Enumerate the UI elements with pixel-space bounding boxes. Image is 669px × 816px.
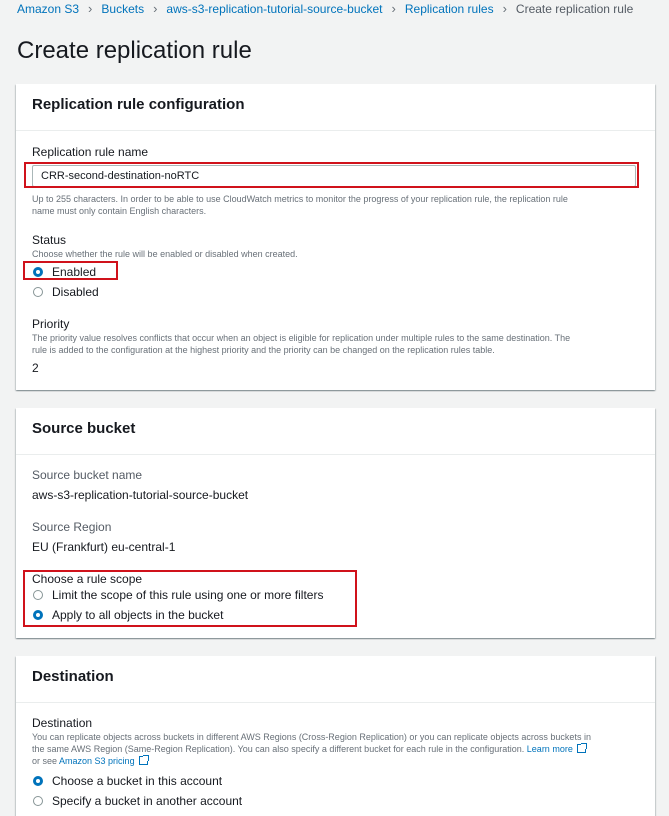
replication-rule-config-panel: Replication rule configuration Replicati… [16,84,655,390]
help-line: Up to 255 characters. In order to be abl… [32,194,568,204]
chevron-right-icon: › [502,1,507,16]
chevron-right-icon: › [391,1,396,16]
panel-header: Destination [16,656,655,703]
breadcrumb-current: Create replication rule [515,1,634,16]
desc-line: You can replicate objects across buckets… [32,732,591,742]
chevron-right-icon: › [88,1,93,16]
source-bucket-value: aws-s3-replication-tutorial-source-bucke… [32,488,249,502]
panel-title: Source bucket [32,420,136,437]
source-region-value: EU (Frankfurt) eu-central-1 [32,540,176,554]
destination-panel: Destination Destination You can replicat… [16,656,655,816]
panel-header: Replication rule configuration [16,84,655,131]
destination-label: Destination [32,716,93,730]
source-region-label: Source Region [32,520,112,534]
radio-selected-icon [33,776,43,786]
breadcrumb-bucket[interactable]: aws-s3-replication-tutorial-source-bucke… [166,2,382,16]
status-desc: Choose whether the rule will be enabled … [32,249,298,259]
desc-line: or see Amazon S3 pricing [32,755,647,767]
priority-value: 2 [32,361,39,375]
desc-line: the same AWS Region (Same-Region Replica… [32,743,647,755]
rule-name-help: Up to 255 characters. In order to be abl… [32,193,642,217]
desc-text: or see [32,756,58,766]
highlight-box [23,261,118,280]
pricing-link[interactable]: Amazon S3 pricing [59,756,135,766]
source-bucket-panel: Source bucket Source bucket name aws-s3-… [16,408,655,638]
radio-unselected-icon [33,796,43,806]
dest-other-account-radio[interactable]: Specify a bucket in another account [33,794,242,808]
breadcrumb-buckets[interactable]: Buckets [101,2,144,16]
highlight-box [24,162,639,188]
source-bucket-label: Source bucket name [32,468,143,482]
highlight-box [23,570,357,627]
radio-label: Specify a bucket in another account [52,794,243,808]
panel-header: Source bucket [16,408,655,455]
desc-line: rule is added to the configuration at th… [32,345,495,355]
page-title: Create replication rule [17,37,252,64]
panel-title: Replication rule configuration [32,96,245,113]
breadcrumb-amazon-s3[interactable]: Amazon S3 [17,2,79,16]
radio-unselected-icon [33,287,43,297]
chevron-right-icon: › [153,1,158,16]
rule-name-label: Replication rule name [32,145,149,159]
help-line: name must only contain English character… [32,206,207,216]
status-disabled-radio[interactable]: Disabled [33,285,99,299]
priority-desc: The priority value resolves conflicts th… [32,332,642,356]
external-link-icon [576,743,587,753]
desc-text: the same AWS Region (Same-Region Replica… [32,744,525,754]
learn-more-link[interactable]: Learn more [527,744,573,754]
desc-line: The priority value resolves conflicts th… [32,333,571,343]
panel-title: Destination [32,668,114,685]
breadcrumb-replication-rules[interactable]: Replication rules [405,2,494,16]
priority-label: Priority [32,317,70,331]
radio-label: Disabled [52,285,99,299]
destination-desc: You can replicate objects across buckets… [32,731,647,767]
radio-label: Choose a bucket in this account [52,774,223,788]
dest-this-account-radio[interactable]: Choose a bucket in this account [33,774,222,788]
status-label: Status [32,233,67,247]
breadcrumb: Amazon S3 › Buckets › aws-s3-replication… [17,1,633,16]
external-link-icon [138,755,149,765]
